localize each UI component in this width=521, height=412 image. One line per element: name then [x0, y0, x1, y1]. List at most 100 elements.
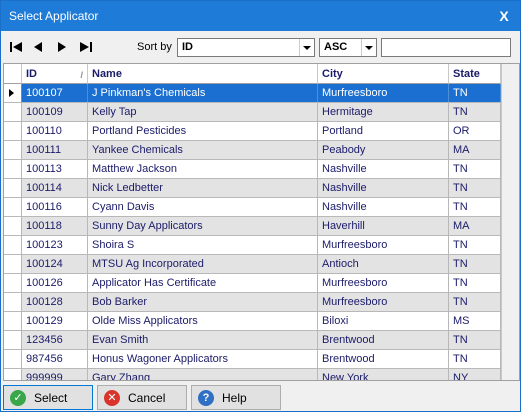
row-indicator	[4, 217, 22, 235]
table-row[interactable]: 100107 J Pinkman's Chemicals Murfreesboro T…	[4, 84, 501, 103]
table-row[interactable]: 100114 Nick Ledbetter Nashville TN	[4, 179, 501, 198]
row-indicator	[4, 122, 22, 140]
table-row[interactable]: 100113 Matthew Jackson Nashville TN	[4, 160, 501, 179]
cell-city: Portland	[318, 122, 449, 140]
applicator-grid: ID / Name City State 100107 J Pinkman's C…	[3, 63, 520, 381]
cell-state: MS	[449, 312, 501, 330]
close-button[interactable]: X	[494, 7, 514, 25]
cell-name: Honus Wagoner Applicators	[88, 350, 318, 368]
window-title: Select Applicator	[9, 9, 99, 23]
cell-city: Hermitage	[318, 103, 449, 121]
chevron-down-icon[interactable]	[361, 39, 376, 56]
cell-state: TN	[449, 103, 501, 121]
row-indicator	[4, 198, 22, 216]
cell-city: Nashville	[318, 179, 449, 197]
table-row[interactable]: 100109 Kelly Tap Hermitage TN	[4, 103, 501, 122]
row-indicator	[4, 141, 22, 159]
sort-by-label: Sort by	[137, 41, 172, 53]
cell-city: New York	[318, 369, 449, 380]
column-header-state[interactable]: State	[449, 64, 501, 84]
cell-state: NY	[449, 369, 501, 380]
table-row[interactable]: 100111 Yankee Chemicals Peabody MA	[4, 141, 501, 160]
cell-state: OR	[449, 122, 501, 140]
vertical-scrollbar[interactable]	[501, 84, 519, 380]
cell-name: Yankee Chemicals	[88, 141, 318, 159]
cell-name: Shoira S	[88, 236, 318, 254]
cell-state: TN	[449, 236, 501, 254]
row-indicator	[4, 103, 22, 121]
sort-indicator-icon: /	[80, 70, 83, 80]
table-row[interactable]: 987456 Honus Wagoner Applicators Brentwood…	[4, 350, 501, 369]
sort-order-select[interactable]: ASC	[319, 38, 377, 57]
cell-city: Nashville	[318, 198, 449, 216]
cell-city: Nashville	[318, 160, 449, 178]
cell-state: TN	[449, 198, 501, 216]
row-indicator	[4, 236, 22, 254]
cell-name: Gary Zhang	[88, 369, 318, 380]
sort-field-select[interactable]: ID	[177, 38, 315, 57]
last-record-button[interactable]	[75, 37, 97, 57]
select-applicator-dialog: Select Applicator X Sort by ID ASC ID / …	[0, 0, 521, 412]
select-button[interactable]: ✓ Select	[3, 385, 93, 410]
first-record-icon	[10, 42, 22, 52]
table-row[interactable]: 999999 Gary Zhang New York NY	[4, 369, 501, 380]
button-bar: ✓ Select ✕ Cancel ? Help	[1, 383, 520, 411]
row-indicator	[4, 179, 22, 197]
cell-id: 100129	[22, 312, 88, 330]
cell-name: Olde Miss Applicators	[88, 312, 318, 330]
table-row[interactable]: 100126 Applicator Has Certificate Murfrees…	[4, 274, 501, 293]
cell-city: Brentwood	[318, 331, 449, 349]
cell-name: Applicator Has Certificate	[88, 274, 318, 292]
table-row[interactable]: 123456 Evan Smith Brentwood TN	[4, 331, 501, 350]
cell-id: 100126	[22, 274, 88, 292]
checkmark-icon: ✓	[10, 389, 26, 406]
cell-id: 100113	[22, 160, 88, 178]
cell-state: TN	[449, 274, 501, 292]
cell-id: 100109	[22, 103, 88, 121]
column-header-id[interactable]: ID /	[22, 64, 88, 84]
cell-id: 100114	[22, 179, 88, 197]
cell-city: Antioch	[318, 255, 449, 273]
table-row[interactable]: 100118 Sunny Day Applicators Haverhill MA	[4, 217, 501, 236]
cell-id: 123456	[22, 331, 88, 349]
previous-record-button[interactable]	[27, 37, 49, 57]
row-indicator	[4, 84, 22, 102]
next-record-button[interactable]	[51, 37, 73, 57]
cell-city: Peabody	[318, 141, 449, 159]
table-row[interactable]: 100116 Cyann Davis Nashville TN	[4, 198, 501, 217]
previous-record-icon	[34, 42, 42, 52]
row-indicator	[4, 274, 22, 292]
table-row[interactable]: 100110 Portland Pesticides Portland OR	[4, 122, 501, 141]
current-row-pointer-icon	[9, 89, 14, 97]
cell-state: TN	[449, 255, 501, 273]
table-row[interactable]: 100123 Shoira S Murfreesboro TN	[4, 236, 501, 255]
table-row[interactable]: 100124 MTSU Ag Incorporated Antioch TN	[4, 255, 501, 274]
cell-city: Murfreesboro	[318, 293, 449, 311]
column-header-name[interactable]: Name	[88, 64, 318, 84]
first-record-button[interactable]	[5, 37, 27, 57]
cell-name: Matthew Jackson	[88, 160, 318, 178]
help-button[interactable]: ? Help	[191, 385, 281, 410]
last-record-icon	[80, 42, 92, 52]
cell-name: Evan Smith	[88, 331, 318, 349]
cancel-button[interactable]: ✕ Cancel	[97, 385, 187, 410]
cell-name: Bob Barker	[88, 293, 318, 311]
cell-name: Nick Ledbetter	[88, 179, 318, 197]
chevron-down-icon[interactable]	[299, 39, 314, 56]
search-input[interactable]	[381, 38, 511, 57]
table-row[interactable]: 100129 Olde Miss Applicators Biloxi MS	[4, 312, 501, 331]
cell-state: TN	[449, 350, 501, 368]
cell-id: 100118	[22, 217, 88, 235]
cell-name: J Pinkman's Chemicals	[88, 84, 318, 102]
cell-id: 100111	[22, 141, 88, 159]
row-indicator	[4, 255, 22, 273]
column-header-id-label: ID	[26, 68, 37, 80]
cell-id: 100116	[22, 198, 88, 216]
row-indicator-header	[4, 64, 22, 84]
column-header-city[interactable]: City	[318, 64, 449, 84]
cell-city: Brentwood	[318, 350, 449, 368]
cell-state: TN	[449, 160, 501, 178]
cell-state: TN	[449, 84, 501, 102]
cell-name: MTSU Ag Incorporated	[88, 255, 318, 273]
table-row[interactable]: 100128 Bob Barker Murfreesboro TN	[4, 293, 501, 312]
